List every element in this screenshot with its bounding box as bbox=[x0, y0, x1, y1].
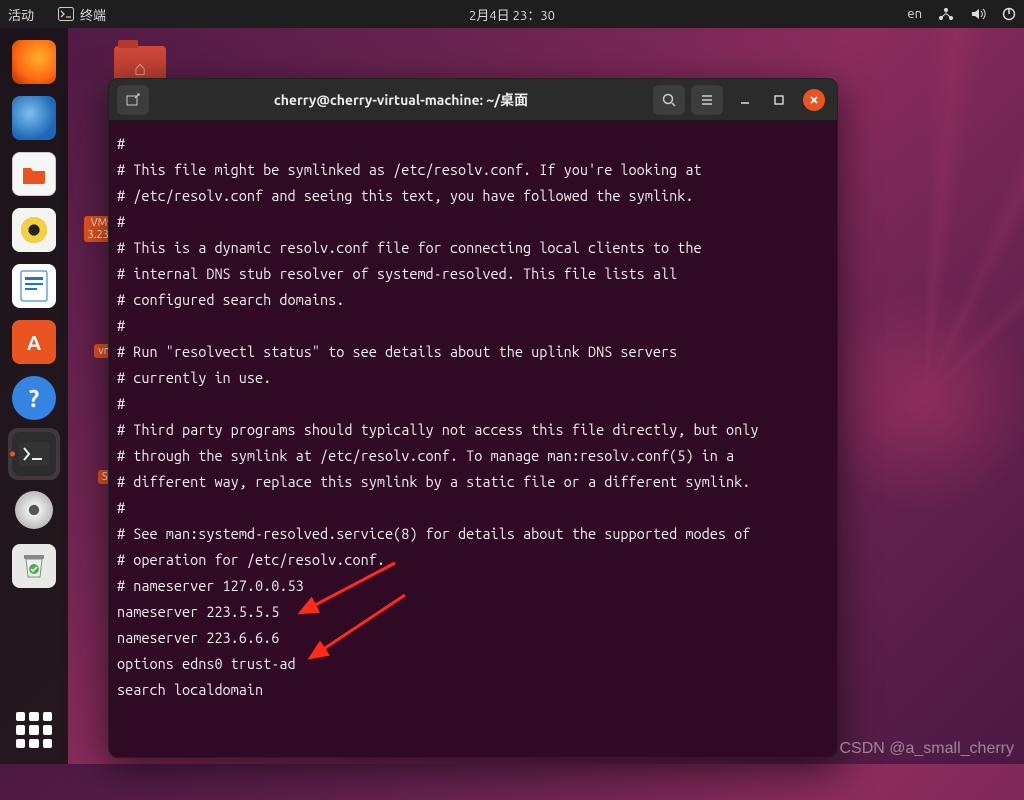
window-titlebar[interactable]: cherry@cherry-virtual-machine: ~/桌面 bbox=[109, 79, 837, 121]
search-button[interactable] bbox=[653, 85, 685, 115]
terminal-line: # See man:systemd-resolved.service(8) fo… bbox=[117, 521, 829, 547]
help-icon: ? bbox=[12, 376, 56, 420]
search-icon bbox=[661, 92, 677, 108]
close-icon bbox=[808, 94, 820, 106]
terminal-line: # bbox=[117, 131, 829, 157]
watermark: CSDN @a_small_cherry bbox=[839, 740, 1014, 758]
terminal-icon bbox=[58, 7, 74, 21]
terminal-line: # nameserver 127.0.0.53 bbox=[117, 573, 829, 599]
dock-thunderbird[interactable] bbox=[8, 92, 60, 144]
clock[interactable]: 2月4日 23：30 bbox=[469, 5, 555, 24]
terminal-line: # Third party programs should typically … bbox=[117, 417, 829, 443]
volume-icon[interactable] bbox=[970, 7, 986, 21]
terminal-line: # bbox=[117, 209, 829, 235]
running-indicator bbox=[10, 452, 15, 457]
terminal-line: # different way, replace this symlink by… bbox=[117, 469, 829, 495]
minimize-button[interactable] bbox=[735, 90, 755, 110]
dock-files[interactable] bbox=[8, 148, 60, 200]
minimize-icon bbox=[739, 94, 751, 106]
firefox-icon bbox=[12, 40, 56, 84]
terminal-line: options edns0 trust-ad bbox=[117, 651, 829, 677]
terminal-line: nameserver 223.5.5.5 bbox=[117, 599, 829, 625]
libreoffice-writer-icon bbox=[12, 264, 56, 308]
terminal-line: # Run "resolvectl status" to see details… bbox=[117, 339, 829, 365]
power-icon[interactable] bbox=[1002, 7, 1016, 21]
close-button[interactable] bbox=[803, 89, 825, 111]
terminal-line: # bbox=[117, 495, 829, 521]
terminal-line: # through the symlink at /etc/resolv.con… bbox=[117, 443, 829, 469]
dock-terminal[interactable] bbox=[8, 428, 60, 480]
terminal-line: # currently in use. bbox=[117, 365, 829, 391]
dock-rhythmbox[interactable] bbox=[8, 204, 60, 256]
dock: A ? bbox=[0, 28, 68, 764]
terminal-line: # This is a dynamic resolv.conf file for… bbox=[117, 235, 829, 261]
new-tab-icon bbox=[125, 92, 141, 108]
dock-firefox[interactable] bbox=[8, 36, 60, 88]
dock-disc[interactable] bbox=[8, 484, 60, 536]
terminal-content[interactable]: ## This file might be symlinked as /etc/… bbox=[109, 121, 837, 757]
maximize-button[interactable] bbox=[769, 90, 789, 110]
terminal-line: # This file might be symlinked as /etc/r… bbox=[117, 157, 829, 183]
terminal-window: cherry@cherry-virtual-machine: ~/桌面 ## T… bbox=[108, 78, 838, 758]
terminal-line: nameserver 223.6.6.6 bbox=[117, 625, 829, 651]
app-menu[interactable]: 终端 bbox=[58, 5, 106, 24]
rhythmbox-icon bbox=[12, 208, 56, 252]
terminal-line: # bbox=[117, 313, 829, 339]
terminal-line: # internal DNS stub resolver of systemd-… bbox=[117, 261, 829, 287]
dock-libreoffice-writer[interactable] bbox=[8, 260, 60, 312]
show-applications[interactable] bbox=[16, 712, 52, 748]
disc-icon bbox=[12, 488, 56, 532]
menu-button[interactable] bbox=[691, 85, 723, 115]
terminal-line: # operation for /etc/resolv.conf. bbox=[117, 547, 829, 573]
new-tab-button[interactable] bbox=[117, 85, 149, 115]
terminal-line: # configured search domains. bbox=[117, 287, 829, 313]
dock-trash[interactable] bbox=[8, 540, 60, 592]
maximize-icon bbox=[773, 94, 785, 106]
terminal-app-icon bbox=[12, 432, 56, 476]
trash-icon bbox=[12, 544, 56, 588]
network-icon[interactable] bbox=[938, 7, 954, 21]
dock-software[interactable]: A bbox=[8, 316, 60, 368]
files-icon bbox=[12, 152, 56, 196]
hamburger-icon bbox=[699, 92, 715, 108]
top-panel: 活动 终端 2月4日 23：30 en bbox=[0, 0, 1024, 28]
activities-button[interactable]: 活动 bbox=[8, 5, 34, 24]
terminal-line: search localdomain bbox=[117, 677, 829, 703]
dock-help[interactable]: ? bbox=[8, 372, 60, 424]
ubuntu-software-icon: A bbox=[12, 320, 56, 364]
input-lang[interactable]: en bbox=[907, 7, 922, 21]
terminal-line: # bbox=[117, 391, 829, 417]
terminal-line: # /etc/resolv.conf and seeing this text,… bbox=[117, 183, 829, 209]
thunderbird-icon bbox=[12, 96, 56, 140]
window-title: cherry@cherry-virtual-machine: ~/桌面 bbox=[155, 90, 647, 110]
app-menu-label: 终端 bbox=[80, 5, 106, 24]
